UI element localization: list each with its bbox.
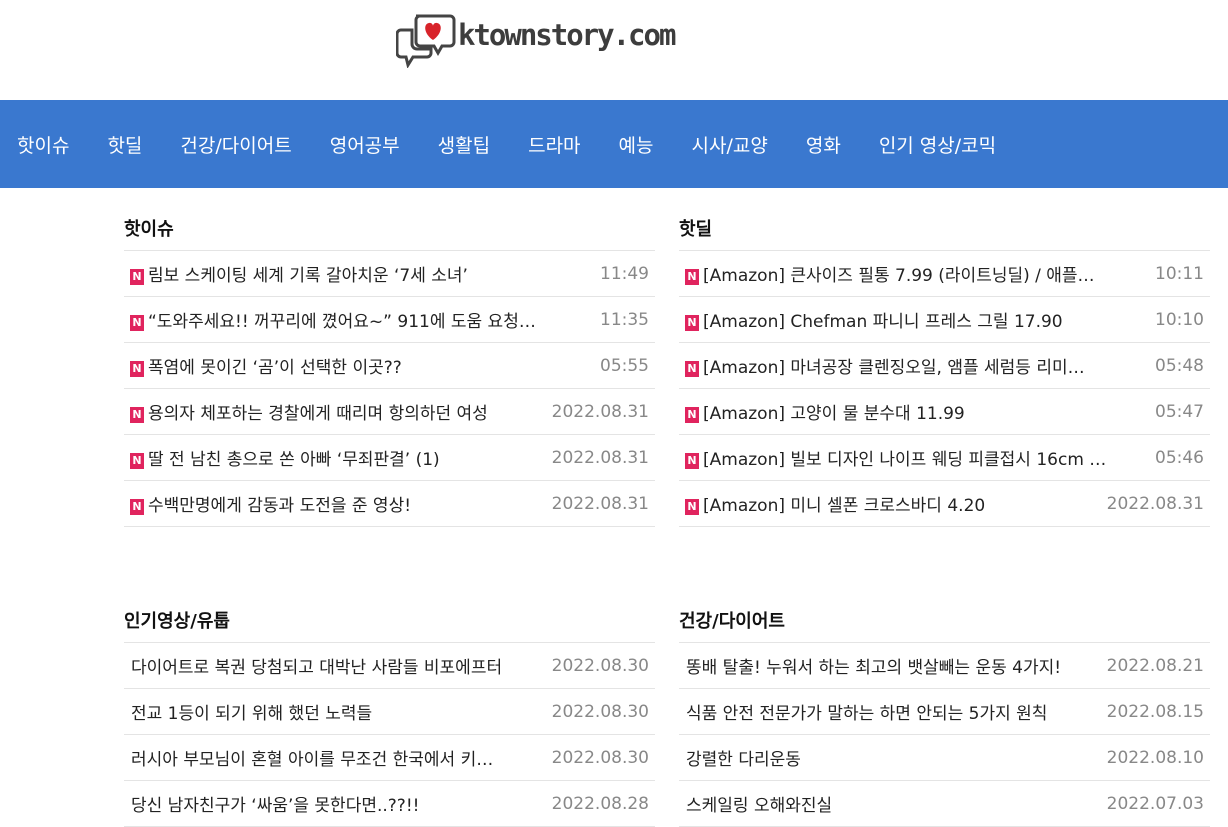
site-logo[interactable]: ktownstory.com [396,10,676,68]
post-date: 05:48 [1155,355,1204,376]
section-title[interactable]: 인기영상/유툽 [124,600,655,642]
post-date: 2022.08.10 [1106,747,1204,768]
list-item[interactable]: N 용의자 체포하는 경찰에게 때리며 항의하던 여성 2022.08.31 [124,388,655,434]
post-title[interactable]: 똥배 탈출! 누워서 하는 최고의 뱃살빼는 운동 4가지! [686,653,1061,678]
post-list: N 림보 스케이팅 세계 기록 갈아치운 ‘7세 소녀’ 11:49 N “도와… [124,250,655,527]
post-date: 2022.08.15 [1106,701,1204,722]
list-item[interactable]: N [Amazon] 빌보 디자인 나이프 웨딩 피클접시 16cm … 05:… [679,434,1210,480]
post-date: 11:49 [600,263,649,284]
post-date: 05:46 [1155,447,1204,468]
post-date: 10:11 [1155,263,1204,284]
post-title[interactable]: 수백만명에게 감동과 도전을 준 영상! [148,491,411,516]
nav-item-life-tips[interactable]: 생활팁 [438,131,490,158]
post-list: 다이어트로 복권 당첨되고 대박난 사람들 비포에프터 2022.08.30 전… [124,642,655,827]
post-title[interactable]: 림보 스케이팅 세계 기록 갈아치운 ‘7세 소녀’ [148,261,468,286]
post-date: 05:55 [600,355,649,376]
post-date: 2022.08.31 [1106,493,1204,514]
list-item[interactable]: 다이어트로 복권 당첨되고 대박난 사람들 비포에프터 2022.08.30 [124,642,655,688]
post-date: 05:47 [1155,401,1204,422]
list-item[interactable]: 러시아 부모님이 혼혈 아이를 무조건 한국에서 키… 2022.08.30 [124,734,655,780]
section-popular-video: 인기영상/유툽 다이어트로 복권 당첨되고 대박난 사람들 비포에프터 2022… [124,600,655,827]
post-title[interactable]: 폭염에 못이긴 ‘곰’이 선택한 이곳?? [148,353,402,378]
nav-item-current-affairs[interactable]: 시사/교양 [692,131,768,158]
post-title[interactable]: 용의자 체포하는 경찰에게 때리며 항의하던 여성 [148,399,488,424]
nav-item-drama[interactable]: 드라마 [528,131,580,158]
post-title[interactable]: [Amazon] 고양이 물 분수대 11.99 [703,399,965,424]
list-item[interactable]: N [Amazon] 큰사이즈 필통 7.99 (라이트닝딜) / 애플… 10… [679,250,1210,296]
new-badge: N [685,360,699,377]
post-date: 2022.08.21 [1106,655,1204,676]
list-item[interactable]: 전교 1등이 되기 위해 했던 노력들 2022.08.30 [124,688,655,734]
post-title[interactable]: 딸 전 남친 총으로 쏜 아빠 ‘무죄판결’ (1) [148,445,440,470]
new-badge: N [130,452,144,469]
section-title[interactable]: 핫이슈 [124,208,655,250]
list-item[interactable]: 강렬한 다리운동 2022.08.10 [679,734,1210,780]
post-date: 2022.08.31 [551,401,649,422]
list-item[interactable]: N [Amazon] 미니 셀폰 크로스바디 4.20 2022.08.31 [679,480,1210,527]
post-title[interactable]: 당신 남자친구가 ‘싸움’을 못한다면..??!! [131,791,419,816]
new-badge: N [685,406,699,423]
post-title[interactable]: [Amazon] Chefman 파니니 프레스 그릴 17.90 [703,307,1063,332]
logo-text: ktownstory.com [458,18,676,52]
new-badge: N [130,406,144,423]
list-item[interactable]: N 폭염에 못이긴 ‘곰’이 선택한 이곳?? 05:55 [124,342,655,388]
new-badge: N [130,268,144,285]
post-title[interactable]: [Amazon] 마녀공장 클렌징오일, 앰플 세럼등 리미… [703,353,1085,378]
post-title[interactable]: 러시아 부모님이 혼혈 아이를 무조건 한국에서 키… [131,745,493,770]
new-badge: N [130,314,144,331]
post-title[interactable]: 강렬한 다리운동 [686,745,801,770]
post-date: 2022.07.03 [1106,793,1204,814]
post-date: 2022.08.30 [551,747,649,768]
post-date: 2022.08.31 [551,447,649,468]
post-date: 11:35 [600,309,649,330]
section-hot-deal: 핫딜 N [Amazon] 큰사이즈 필통 7.99 (라이트닝딜) / 애플…… [679,208,1210,527]
list-item[interactable]: N 림보 스케이팅 세계 기록 갈아치운 ‘7세 소녀’ 11:49 [124,250,655,296]
post-list: N [Amazon] 큰사이즈 필통 7.99 (라이트닝딜) / 애플… 10… [679,250,1210,527]
post-date: 2022.08.30 [551,655,649,676]
post-title[interactable]: 스케일링 오해와진실 [686,791,832,816]
new-badge: N [130,498,144,515]
post-title[interactable]: 다이어트로 복권 당첨되고 대박난 사람들 비포에프터 [131,653,502,678]
post-title[interactable]: 전교 1등이 되기 위해 했던 노력들 [131,699,372,724]
nav-item-variety[interactable]: 예능 [619,131,654,158]
list-item[interactable]: N [Amazon] Chefman 파니니 프레스 그릴 17.90 10:1… [679,296,1210,342]
main-nav: 핫이슈 핫딜 건강/다이어트 영어공부 생활팁 드라마 예능 시사/교양 영화 … [0,100,1228,188]
post-date: 2022.08.28 [551,793,649,814]
site-header: ktownstory.com [0,0,1228,100]
section-title[interactable]: 핫딜 [679,208,1210,250]
post-title[interactable]: [Amazon] 큰사이즈 필통 7.99 (라이트닝딜) / 애플… [703,261,1095,286]
new-badge: N [130,360,144,377]
nav-item-hot-deal[interactable]: 핫딜 [107,131,142,158]
post-date: 2022.08.31 [551,493,649,514]
nav-item-hot-issue[interactable]: 핫이슈 [17,131,69,158]
post-date: 10:10 [1155,309,1204,330]
list-item[interactable]: N 수백만명에게 감동과 도전을 준 영상! 2022.08.31 [124,480,655,527]
list-item[interactable]: N [Amazon] 마녀공장 클렌징오일, 앰플 세럼등 리미… 05:48 [679,342,1210,388]
list-item[interactable]: N “도와주세요!! 꺼꾸리에 꼈어요~” 911에 도움 요청… 11:35 [124,296,655,342]
post-title[interactable]: 식품 안전 전문가가 말하는 하면 안되는 5가지 원칙 [686,699,1047,724]
nav-item-english[interactable]: 영어공부 [330,131,400,158]
nav-item-popular-video-comic[interactable]: 인기 영상/코믹 [879,131,996,158]
list-item[interactable]: N [Amazon] 고양이 물 분수대 11.99 05:47 [679,388,1210,434]
new-badge: N [685,268,699,285]
list-item[interactable]: 당신 남자친구가 ‘싸움’을 못한다면..??!! 2022.08.28 [124,780,655,827]
list-item[interactable]: N 딸 전 남친 총으로 쏜 아빠 ‘무죄판결’ (1) 2022.08.31 [124,434,655,480]
section-health-diet: 건강/다이어트 똥배 탈출! 누워서 하는 최고의 뱃살빼는 운동 4가지! 2… [679,600,1210,827]
post-list: 똥배 탈출! 누워서 하는 최고의 뱃살빼는 운동 4가지! 2022.08.2… [679,642,1210,827]
chat-heart-icon [396,14,456,68]
new-badge: N [685,498,699,515]
section-title[interactable]: 건강/다이어트 [679,600,1210,642]
list-item[interactable]: 스케일링 오해와진실 2022.07.03 [679,780,1210,827]
post-title[interactable]: [Amazon] 빌보 디자인 나이프 웨딩 피클접시 16cm … [703,445,1106,470]
post-title[interactable]: [Amazon] 미니 셀폰 크로스바디 4.20 [703,491,985,516]
new-badge: N [685,314,699,331]
new-badge: N [685,452,699,469]
post-title[interactable]: “도와주세요!! 꺼꾸리에 꼈어요~” 911에 도움 요청… [148,307,536,332]
nav-item-movie[interactable]: 영화 [806,131,841,158]
post-date: 2022.08.30 [551,701,649,722]
section-hot-issue: 핫이슈 N 림보 스케이팅 세계 기록 갈아치운 ‘7세 소녀’ 11:49 N… [124,208,655,527]
list-item[interactable]: 식품 안전 전문가가 말하는 하면 안되는 5가지 원칙 2022.08.15 [679,688,1210,734]
list-item[interactable]: 똥배 탈출! 누워서 하는 최고의 뱃살빼는 운동 4가지! 2022.08.2… [679,642,1210,688]
nav-item-health-diet[interactable]: 건강/다이어트 [180,131,291,158]
